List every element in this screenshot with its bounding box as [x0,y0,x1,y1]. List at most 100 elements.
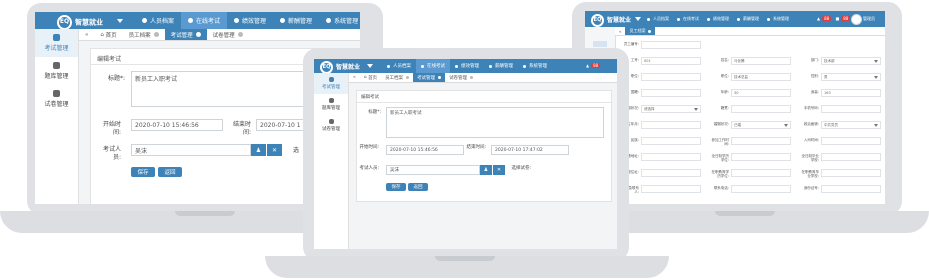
form-field[interactable] [731,185,791,193]
close-icon[interactable] [237,32,243,37]
form-field[interactable]: 技术部 [821,57,881,65]
notification-area[interactable]: ▲ 88 ■ 88 [817,16,851,21]
examinee-input[interactable]: 吴沫 [131,144,251,156]
form-field[interactable] [731,105,791,113]
gear-icon [328,77,334,82]
nav-item-archive[interactable]: 人员档案 [643,11,673,27]
sidebar-item-bank[interactable]: 题库管理 [35,57,78,85]
avatar[interactable] [851,14,862,25]
form-field[interactable]: 已婚 [731,121,791,129]
examinee-clear-button[interactable]: ✕ [493,165,505,175]
chevron-down-icon[interactable] [367,64,373,68]
sidebar-item-exam[interactable]: 考试管理 [314,73,348,94]
form-field[interactable] [821,169,881,177]
end-time-input[interactable]: 2020-07-10 17:47:02 [491,145,569,155]
nav-item-archive[interactable]: 人员档案 [135,12,181,29]
start-time-input[interactable]: 2020-07-10 15:46:56 [131,119,223,131]
nav-item-system[interactable]: 系统管理 [763,11,793,27]
form-field[interactable] [641,73,701,81]
performance-icon [234,18,240,23]
close-icon[interactable] [406,76,410,79]
nav-item-system[interactable]: 系统管理 [319,12,360,29]
save-button[interactable]: 保存 [386,183,406,191]
form-field[interactable]: 技术总监 [731,73,791,81]
end-time-label: 结束时间: [466,145,486,150]
tab-paper[interactable]: 试卷管理 [445,73,477,82]
form-field[interactable]: 男 [821,73,881,81]
close-icon[interactable] [438,76,442,79]
tab-exam[interactable]: 考试管理 [164,29,207,40]
chevron-down-icon[interactable] [117,19,123,23]
form-field[interactable] [821,105,881,113]
nav-item-exam[interactable]: 在线考试 [181,12,228,29]
tab-exam[interactable]: 考试管理 [413,73,446,82]
form-field[interactable]: 30 [731,89,791,97]
form-field[interactable] [641,185,701,193]
tab-paper[interactable]: 试卷管理 [207,29,249,40]
form-field[interactable] [641,137,701,145]
back-button[interactable]: 返回 [408,183,428,191]
close-icon[interactable] [195,32,201,37]
tab-archive[interactable]: 员工档案 [123,29,165,40]
salary-icon [489,64,492,68]
tab-home[interactable]: ⌂ 首页 [360,73,381,82]
close-icon[interactable] [648,29,652,33]
form-field[interactable] [731,153,791,161]
form-field[interactable] [641,121,701,129]
form-field[interactable] [731,137,791,145]
form-field[interactable] [641,153,701,161]
start-time-label: 开始时间: [102,121,121,136]
tab-back[interactable]: « [349,73,360,82]
sidebar-item-exam[interactable]: 考试管理 [35,29,78,57]
form-field[interactable]: 中共党员 [821,121,881,129]
close-icon[interactable] [153,32,159,37]
form-field[interactable] [731,169,791,177]
chevron-down-icon [874,60,878,63]
form-field[interactable]: 马化腾 [731,57,791,65]
form-field[interactable] [821,153,881,161]
save-button[interactable]: 保存 [131,167,155,177]
username[interactable]: 管理员 [863,16,875,22]
nav-item-performance[interactable]: 绩效管理 [450,59,484,73]
sidebar-item-paper[interactable]: 试卷管理 [35,85,78,113]
title-textarea[interactable]: 新员工入职考试 [386,107,604,138]
form-field[interactable] [641,41,701,49]
form-field[interactable]: 001 [641,57,701,65]
form-label: 籍贯: [720,106,729,110]
nav-item-performance[interactable]: 绩效管理 [703,11,733,27]
start-time-input[interactable]: 2020-07-10 15:46:56 [386,145,464,155]
form-field[interactable]: 请选择 [641,105,701,113]
nav-item-exam[interactable]: 在线考试 [416,59,450,73]
tab-archive[interactable]: 员工档案 [625,27,656,35]
form-field[interactable] [641,169,701,177]
examinee-clear-button[interactable]: ✕ [267,144,282,156]
form-field[interactable]: 163 [821,89,881,97]
tab-home[interactable]: ⌂ 首页 [94,29,122,40]
chevron-down-icon[interactable] [635,17,641,21]
back-button[interactable]: 返回 [158,167,182,177]
nav-item-salary[interactable]: 薪酬管理 [484,59,518,73]
sidebar-toggle[interactable] [593,41,607,47]
nav-item-system[interactable]: 系统管理 [518,59,552,73]
examinee-select-button[interactable]: ♟ [251,144,266,156]
form-label: 姓名: [720,58,729,62]
form-field[interactable] [821,185,881,193]
examinee-select-button[interactable]: ♟ [480,165,492,175]
divider [357,102,611,103]
nav-item-archive[interactable]: 人员档案 [382,59,416,73]
tab-archive[interactable]: 员工档案 [381,73,413,82]
close-icon[interactable] [470,76,474,79]
nav-item-salary[interactable]: 薪酬管理 [733,11,763,27]
nav-item-salary[interactable]: 薪酬管理 [273,12,319,29]
examinee-input[interactable]: 吴沫 [386,165,480,175]
sidebar-item-paper[interactable]: 试卷管理 [314,115,348,136]
nav-item-exam[interactable]: 在线考试 [673,11,703,27]
tab-back[interactable]: « [615,27,625,35]
form-field[interactable] [641,89,701,97]
form-field[interactable] [821,137,881,145]
tab-back[interactable]: « [79,29,94,40]
form-label: 婚姻状况: [713,122,729,126]
notification-area[interactable]: ▲ 88 [586,63,601,68]
nav-item-performance[interactable]: 绩效管理 [227,12,273,29]
sidebar-item-bank[interactable]: 题库管理 [314,94,348,115]
